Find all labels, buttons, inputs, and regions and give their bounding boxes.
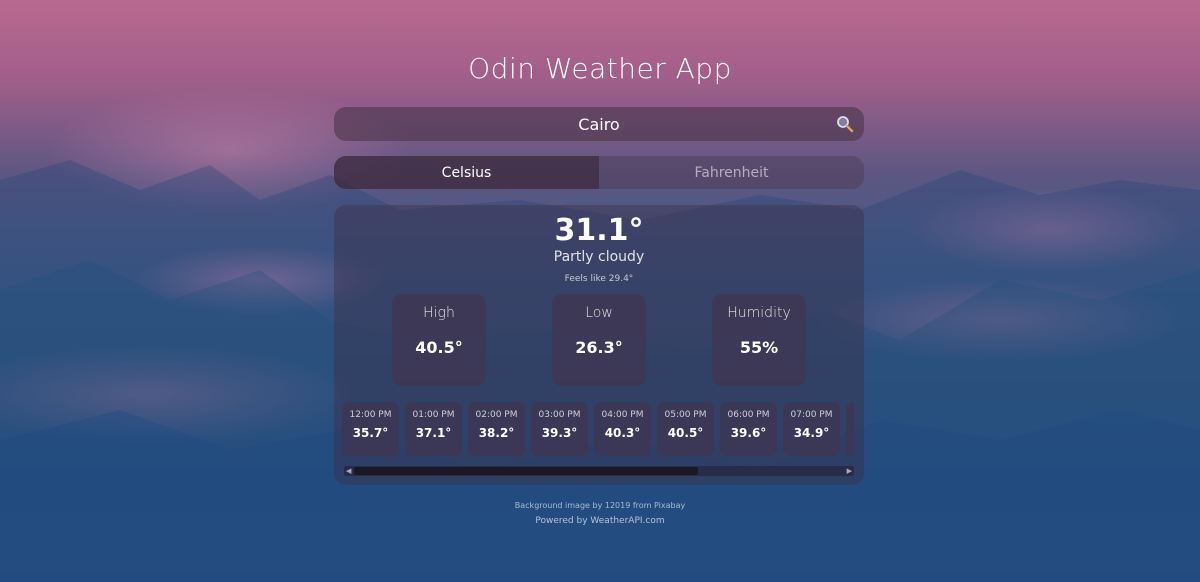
feels-like: Feels like 29.4° <box>564 274 634 284</box>
hourly-forecast[interactable]: 12:00 PM 35.7° 01:00 PM 37.1° 02:00 PM 3… <box>342 402 854 458</box>
hour-temp: 35.7° <box>352 426 389 440</box>
hour-temp: 39.3° <box>541 426 578 440</box>
weather-condition: Partly cloudy <box>553 249 645 265</box>
fahrenheit-button[interactable]: Fahrenheit <box>599 156 864 189</box>
hourly-item: 02:00 PM 38.2° <box>468 402 525 456</box>
search-icon <box>837 116 854 133</box>
stat-value: 55% <box>739 338 779 357</box>
hourly-item: 07:00 PM 34.9° <box>783 402 840 456</box>
search-input[interactable] <box>334 107 864 141</box>
hour-time: 07:00 PM <box>790 410 833 420</box>
stat-label: Humidity <box>727 305 791 321</box>
hour-time: 02:00 PM <box>475 410 518 420</box>
hour-temp: 38.2° <box>478 426 515 440</box>
hourly-item: 12:00 PM 35.7° <box>342 402 399 456</box>
hourly-item: 03:00 PM 39.3° <box>531 402 588 456</box>
hour-time: 05:00 PM <box>664 410 707 420</box>
scrollbar-thumb[interactable] <box>354 467 698 475</box>
hour-time: 03:00 PM <box>538 410 581 420</box>
hour-time: 12:00 PM <box>349 410 392 420</box>
hour-time: 04:00 PM <box>601 410 644 420</box>
hour-time: 01:00 PM <box>412 410 455 420</box>
hour-time: 06:00 PM <box>727 410 770 420</box>
hour-temp: 40.5° <box>667 426 704 440</box>
hour-temp: 34.9° <box>793 426 830 440</box>
page-title: Odin Weather App <box>468 52 732 85</box>
hour-temp: 39.6° <box>730 426 767 440</box>
image-credit: Background image by 12019 from Pixabay <box>514 501 686 510</box>
hourly-item: 04:00 PM 40.3° <box>594 402 651 456</box>
stat-value: 40.5° <box>415 338 463 357</box>
stat-value: 26.3° <box>575 338 623 357</box>
low-stat: Low 26.3° <box>552 294 646 386</box>
weather-card: 31.1° Partly cloudy Feels like 29.4° Hig… <box>334 205 864 485</box>
powered-by: Powered by WeatherAPI.com <box>0 516 1200 526</box>
unit-toggle: Celsius Fahrenheit <box>334 156 864 189</box>
hour-temp: 40.3° <box>604 426 641 440</box>
current-temperature: 31.1° <box>554 213 644 248</box>
scroll-right-arrow-icon[interactable]: ▶ <box>847 467 852 475</box>
hourly-scrollbar[interactable]: ◀ ▶ <box>344 466 854 476</box>
stat-label: High <box>423 305 455 321</box>
scroll-left-arrow-icon[interactable]: ◀ <box>346 467 351 475</box>
weatherapi-link[interactable]: Powered by WeatherAPI.com <box>535 516 664 526</box>
stat-label: Low <box>585 305 613 321</box>
humidity-stat: Humidity 55% <box>712 294 806 386</box>
celsius-button[interactable]: Celsius <box>334 156 599 189</box>
search-bar <box>334 107 864 141</box>
hourly-item-partial <box>846 402 854 456</box>
app-container: Odin Weather App Celsius Fahrenheit 31.1… <box>0 0 1200 582</box>
hourly-item: 01:00 PM 37.1° <box>405 402 462 456</box>
hour-temp: 37.1° <box>415 426 452 440</box>
search-button[interactable] <box>834 113 856 135</box>
high-stat: High 40.5° <box>392 294 486 386</box>
hourly-item: 05:00 PM 40.5° <box>657 402 714 456</box>
hourly-item: 06:00 PM 39.6° <box>720 402 777 456</box>
